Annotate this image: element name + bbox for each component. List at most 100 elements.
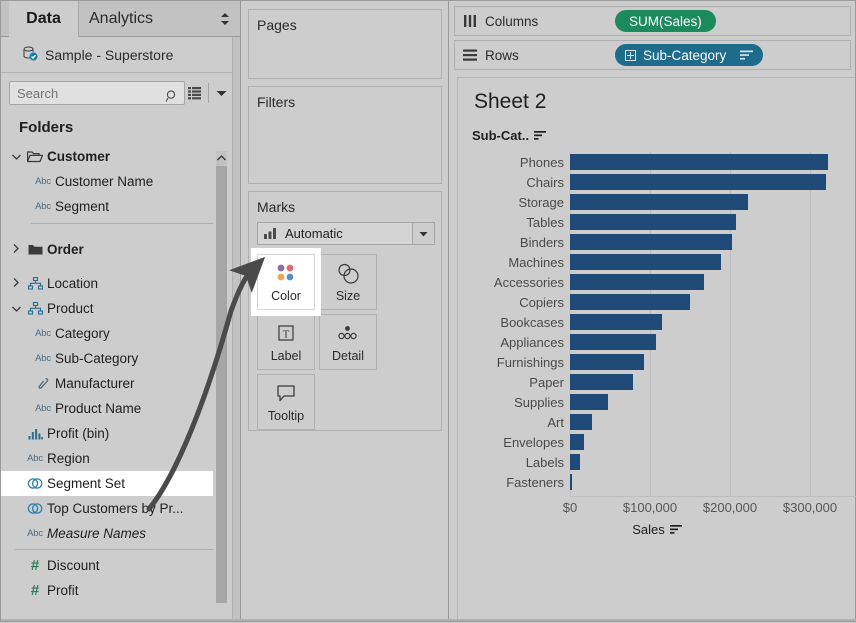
tree-item-profit[interactable]: # Profit bbox=[1, 578, 227, 603]
bar-category-label[interactable]: Chairs bbox=[458, 175, 570, 190]
bar-category-label[interactable]: Furnishings bbox=[458, 355, 570, 370]
updown-arrows-icon[interactable] bbox=[220, 12, 230, 26]
tree-item-discount[interactable]: # Discount bbox=[1, 553, 227, 578]
datasource-row[interactable]: Sample - Superstore bbox=[1, 38, 240, 73]
bar-mark[interactable] bbox=[570, 434, 584, 450]
marks-color-button[interactable]: Color bbox=[257, 254, 315, 310]
bar-mark[interactable] bbox=[570, 254, 722, 270]
bar-mark[interactable] bbox=[570, 474, 573, 490]
tab-analytics[interactable]: Analytics bbox=[89, 1, 153, 37]
bar-row[interactable]: Fasteners bbox=[458, 472, 856, 492]
tree-item-product[interactable]: Product bbox=[1, 296, 227, 321]
bar-category-label[interactable]: Bookcases bbox=[458, 315, 570, 330]
bar-row[interactable]: Supplies bbox=[458, 392, 856, 412]
x-axis-title[interactable]: Sales bbox=[458, 522, 856, 537]
bar-row[interactable]: Copiers bbox=[458, 292, 856, 312]
pages-shelf[interactable]: Pages bbox=[248, 9, 442, 79]
mark-type-dropdown[interactable]: Automatic bbox=[257, 222, 435, 245]
bar-row[interactable]: Tables bbox=[458, 212, 856, 232]
tab-data[interactable]: Data bbox=[9, 1, 79, 37]
bar-category-label[interactable]: Supplies bbox=[458, 395, 570, 410]
tree-item-segment-set[interactable]: Segment Set bbox=[1, 471, 213, 496]
chevron-down-icon[interactable] bbox=[9, 152, 23, 162]
grid-view-icon[interactable] bbox=[185, 81, 205, 105]
bar-category-label[interactable]: Art bbox=[458, 415, 570, 430]
chevron-right-icon[interactable] bbox=[9, 244, 23, 255]
tree-item-manufacturer[interactable]: Manufacturer bbox=[1, 371, 227, 396]
bar-category-label[interactable]: Appliances bbox=[458, 335, 570, 350]
view-canvas[interactable]: Sheet 2 Sub-Cat.. Phones Chairs Storage Tab… bbox=[457, 77, 856, 620]
bar-category-label[interactable]: Envelopes bbox=[458, 435, 570, 450]
tree-item-order[interactable]: Order bbox=[1, 237, 227, 262]
bar-mark[interactable] bbox=[570, 334, 657, 350]
chevron-down-icon[interactable] bbox=[412, 223, 434, 244]
bar-mark[interactable] bbox=[570, 414, 592, 430]
columns-shelf[interactable]: Columns SUM(Sales) bbox=[454, 6, 851, 36]
tree-item-location[interactable]: Location bbox=[1, 271, 227, 296]
bar-mark[interactable] bbox=[570, 234, 733, 250]
bar-mark[interactable] bbox=[570, 274, 704, 290]
tree-item-category[interactable]: Abc Category bbox=[1, 321, 227, 346]
marks-detail-button[interactable]: Detail bbox=[319, 314, 377, 370]
search-input[interactable] bbox=[9, 81, 185, 105]
bar-row[interactable]: Binders bbox=[458, 232, 856, 252]
bar-category-label[interactable]: Tables bbox=[458, 215, 570, 230]
chevron-up-icon[interactable] bbox=[216, 151, 227, 165]
rows-shelf[interactable]: Rows Sub-Category bbox=[454, 40, 851, 70]
bar-row[interactable]: Chairs bbox=[458, 172, 856, 192]
bar-mark[interactable] bbox=[570, 314, 662, 330]
data-pane-scrollbar-thumb[interactable] bbox=[216, 166, 227, 603]
sort-descending-icon[interactable] bbox=[740, 48, 754, 63]
bar-chart[interactable]: Phones Chairs Storage Tables Binders Machines… bbox=[458, 152, 856, 512]
bar-mark[interactable] bbox=[570, 354, 644, 370]
bar-category-label[interactable]: Fasteners bbox=[458, 475, 570, 490]
tree-item-sub-category[interactable]: Abc Sub-Category bbox=[1, 346, 227, 371]
bar-row[interactable]: Storage bbox=[458, 192, 856, 212]
bar-row[interactable]: Bookcases bbox=[458, 312, 856, 332]
marks-label-button[interactable]: T Label bbox=[257, 314, 315, 370]
tree-item-top-customers[interactable]: Top Customers by Pr... bbox=[1, 496, 227, 521]
tree-item-region[interactable]: Abc Region bbox=[1, 446, 227, 471]
tree-item-profit-bin[interactable]: Profit (bin) bbox=[1, 421, 227, 446]
bar-mark[interactable] bbox=[570, 374, 634, 390]
bar-row[interactable]: Accessories bbox=[458, 272, 856, 292]
bar-row[interactable]: Phones bbox=[458, 152, 856, 172]
bar-mark[interactable] bbox=[570, 394, 608, 410]
bar-row[interactable]: Appliances bbox=[458, 332, 856, 352]
tree-item-measure-names[interactable]: Abc Measure Names bbox=[1, 521, 227, 546]
pill-sum-sales[interactable]: SUM(Sales) bbox=[615, 10, 716, 32]
bar-category-label[interactable]: Copiers bbox=[458, 295, 570, 310]
tree-item-product-name[interactable]: Abc Product Name bbox=[1, 396, 227, 421]
search-icon[interactable] bbox=[165, 89, 179, 106]
bar-row[interactable]: Furnishings bbox=[458, 352, 856, 372]
sort-descending-icon[interactable] bbox=[669, 522, 682, 537]
bar-category-label[interactable]: Machines bbox=[458, 255, 570, 270]
bar-mark[interactable] bbox=[570, 174, 826, 190]
bar-mark[interactable] bbox=[570, 194, 749, 210]
pill-sub-category[interactable]: Sub-Category bbox=[615, 44, 764, 66]
bar-mark[interactable] bbox=[570, 454, 581, 470]
bar-category-label[interactable]: Binders bbox=[458, 235, 570, 250]
bar-category-label[interactable]: Storage bbox=[458, 195, 570, 210]
marks-size-button[interactable]: Size bbox=[319, 254, 377, 310]
chevron-right-icon[interactable] bbox=[9, 278, 23, 289]
bar-mark[interactable] bbox=[570, 294, 690, 310]
sort-descending-icon[interactable] bbox=[534, 128, 547, 143]
tree-item-customer[interactable]: Customer bbox=[1, 144, 227, 169]
bar-category-label[interactable]: Paper bbox=[458, 375, 570, 390]
marks-tooltip-button[interactable]: Tooltip bbox=[257, 374, 315, 430]
bar-mark[interactable] bbox=[570, 154, 828, 170]
bar-row[interactable]: Envelopes bbox=[458, 432, 856, 452]
chevron-down-icon[interactable] bbox=[9, 304, 23, 314]
expand-plus-icon[interactable] bbox=[625, 49, 636, 61]
bar-row[interactable]: Labels bbox=[458, 452, 856, 472]
bar-row[interactable]: Art bbox=[458, 412, 856, 432]
bar-category-label[interactable]: Phones bbox=[458, 155, 570, 170]
bar-mark[interactable] bbox=[570, 214, 736, 230]
filters-shelf[interactable]: Filters bbox=[248, 86, 442, 184]
tree-item-segment[interactable]: Abc Segment bbox=[1, 194, 227, 219]
bar-category-label[interactable]: Labels bbox=[458, 455, 570, 470]
bar-row[interactable]: Paper bbox=[458, 372, 856, 392]
chevron-down-icon[interactable] bbox=[212, 81, 232, 105]
tree-item-customer-name[interactable]: Abc Customer Name bbox=[1, 169, 227, 194]
